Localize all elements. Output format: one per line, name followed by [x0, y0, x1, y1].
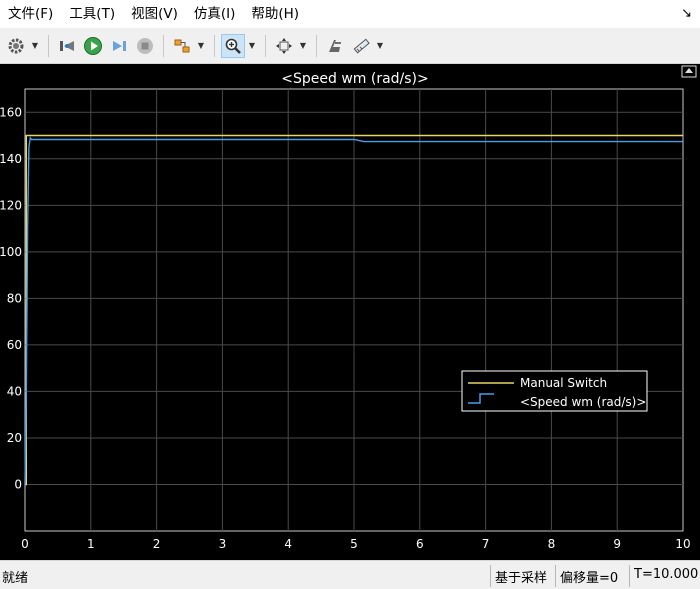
status-divider [629, 565, 630, 587]
menu-bar: 文件(F) 工具(T) 视图(V) 仿真(I) 帮助(H) ↘ [0, 0, 700, 28]
status-ready: 就绪 [2, 571, 29, 586]
toolbar-separator [48, 34, 49, 57]
style-icon[interactable] [323, 34, 347, 58]
menu-help[interactable]: 帮助(H) [243, 0, 307, 28]
measurements-dropdown-icon[interactable]: ▼ [375, 34, 385, 58]
legend-label-manual-switch: Manual Switch [520, 376, 607, 390]
x-tick-label: 3 [219, 537, 227, 551]
fit-to-view-icon[interactable] [272, 34, 296, 58]
menu-tools[interactable]: 工具(T) [61, 0, 123, 28]
status-divider [555, 565, 556, 587]
y-tick-label: 60 [7, 338, 22, 352]
y-tick-label: 160 [0, 105, 22, 119]
legend[interactable]: Manual Switch <Speed wm (rad/s)> [461, 370, 648, 412]
step-back-icon[interactable] [55, 34, 79, 58]
step-forward-icon[interactable] [107, 34, 131, 58]
status-time: T=10.000 [634, 567, 699, 582]
toolbar: ▼ ▼ ▼ ▼ ▼ [0, 28, 700, 64]
run-icon[interactable] [81, 34, 105, 58]
y-tick-label: 100 [0, 245, 22, 259]
status-offset: 偏移量=0 [560, 571, 619, 586]
y-tick-label: 80 [7, 291, 22, 305]
x-tick-label: 0 [21, 537, 29, 551]
x-tick-label: 2 [153, 537, 161, 551]
x-tick-label: 8 [548, 537, 556, 551]
undock-icon[interactable] [681, 65, 697, 78]
scope-plot-svg[interactable]: 0 1 2 3 4 5 6 7 8 9 10020406080100120140160 <Speed… [0, 64, 700, 560]
scope-plot-area[interactable]: 0 1 2 3 4 5 6 7 8 9 10 0 20 40 60 80 100 120 140 160 <Speed… [0, 64, 700, 560]
settings-dropdown-icon[interactable]: ▼ [30, 34, 40, 58]
y-tick-label: 140 [0, 152, 22, 166]
toolbar-separator [214, 34, 215, 57]
y-tick-label: 20 [7, 431, 22, 445]
highlight-model-icon[interactable] [170, 34, 194, 58]
x-tick-label: 7 [482, 537, 490, 551]
status-divider [490, 565, 491, 587]
x-tick-label: 9 [613, 537, 621, 551]
dock-arrow-icon[interactable]: ↘ [681, 6, 692, 21]
x-tick-label: 1 [87, 537, 95, 551]
x-tick-label: 6 [416, 537, 424, 551]
settings-icon[interactable] [4, 34, 28, 58]
y-tick-label: 0 [14, 477, 22, 491]
zoom-in-icon[interactable] [221, 33, 245, 58]
stop-icon[interactable] [133, 34, 157, 58]
menu-view[interactable]: 视图(V) [123, 0, 186, 28]
x-tick-label: 4 [284, 537, 292, 551]
x-tick-label: 10 [675, 537, 690, 551]
zoom-dropdown-icon[interactable]: ▼ [247, 34, 257, 58]
x-tick-label: 5 [350, 537, 358, 551]
toolbar-separator [163, 34, 164, 57]
legend-label-speed: <Speed wm (rad/s)> [520, 395, 646, 409]
status-bar: 就绪 基于采样 偏移量=0 T=10.000 [0, 560, 700, 589]
menu-file[interactable]: 文件(F) [0, 0, 61, 28]
fit-dropdown-icon[interactable]: ▼ [298, 34, 308, 58]
plot-title: <Speed wm (rad/s)> [281, 71, 429, 87]
status-sample-based: 基于采样 [495, 571, 548, 586]
measurements-icon[interactable] [349, 34, 373, 58]
toolbar-separator [265, 34, 266, 57]
menu-simulation[interactable]: 仿真(I) [186, 0, 244, 28]
toolbar-separator [316, 34, 317, 57]
highlight-dropdown-icon[interactable]: ▼ [196, 34, 206, 58]
y-tick-label: 120 [0, 198, 22, 212]
y-tick-label: 40 [7, 384, 22, 398]
